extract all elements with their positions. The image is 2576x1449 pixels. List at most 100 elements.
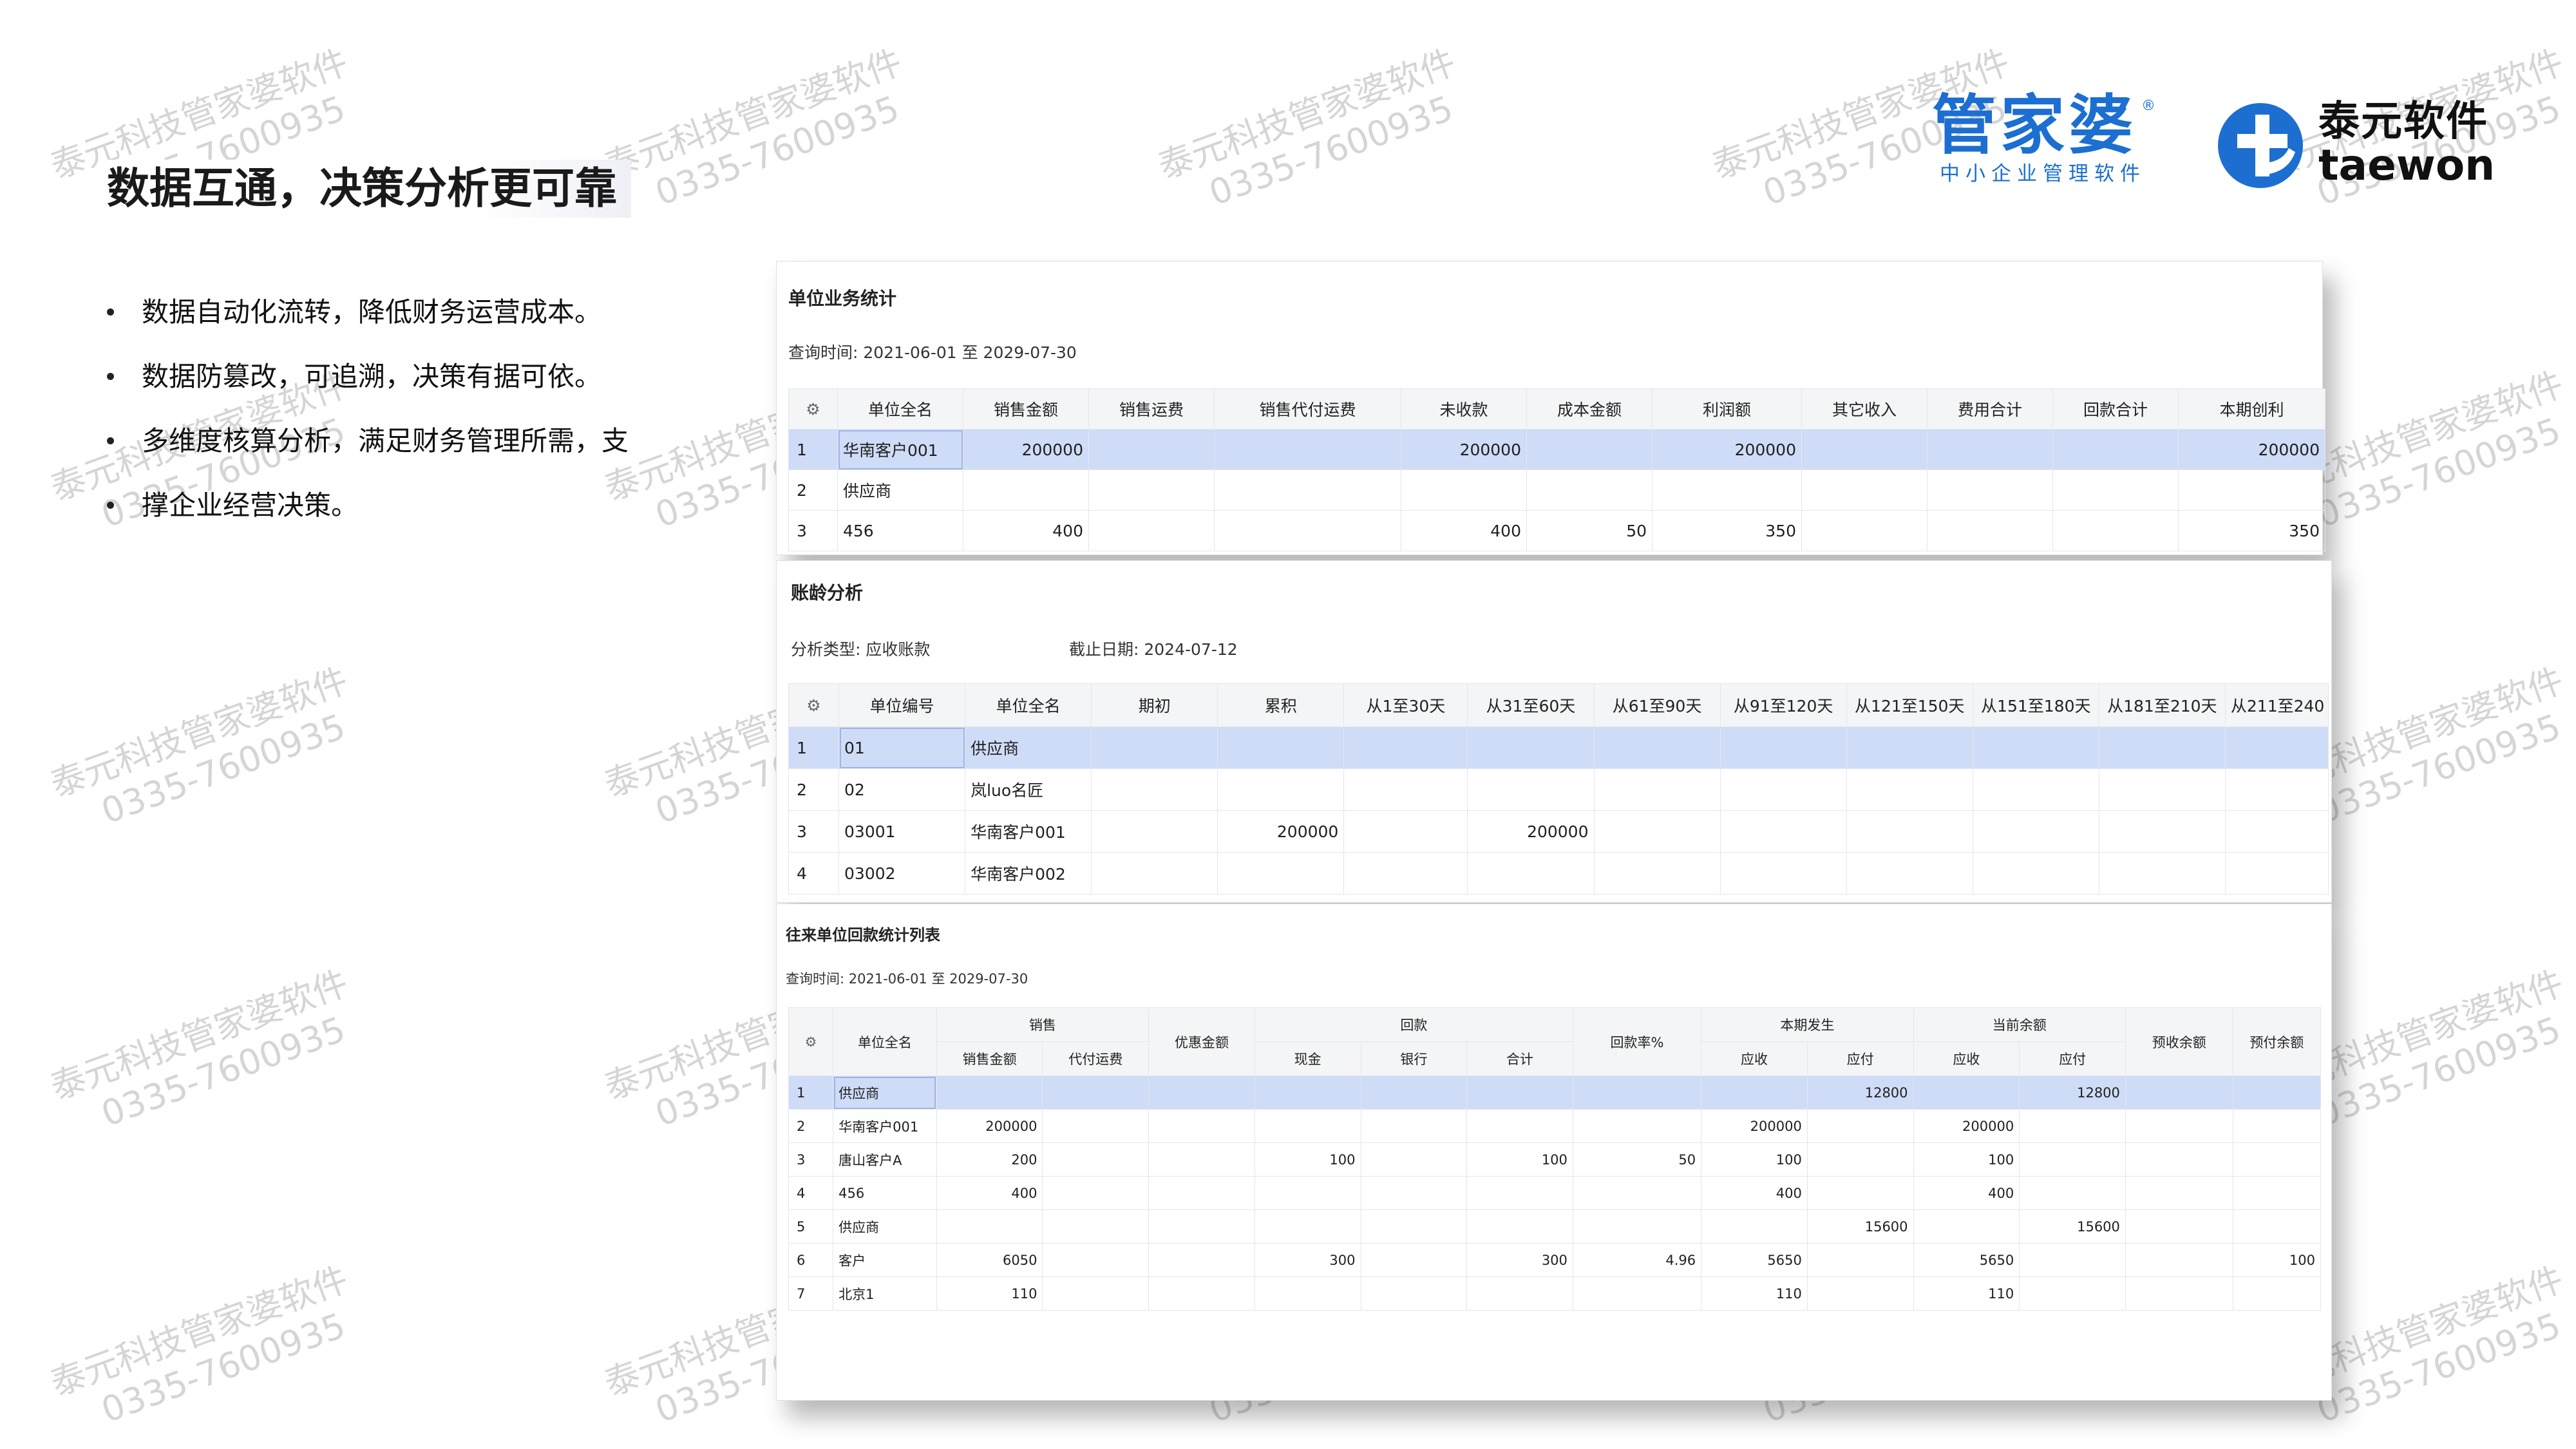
table-row[interactable]: 3 03001 华南客户001 200000 200000: [788, 810, 2329, 853]
col-header-prepay-received[interactable]: 预收余额: [2125, 1007, 2233, 1076]
table-cell[interactable]: 200000: [963, 429, 1089, 470]
table-cell[interactable]: [1254, 1109, 1361, 1143]
table-cell[interactable]: [1148, 1142, 1255, 1177]
table-cell[interactable]: [1972, 810, 2099, 853]
table-cell[interactable]: 200000: [1401, 429, 1527, 470]
table-cell[interactable]: [2125, 1109, 2233, 1143]
table-cell[interactable]: [2052, 429, 2179, 470]
table-cell[interactable]: 50: [1526, 510, 1653, 551]
table-cell[interactable]: [1466, 1276, 1573, 1311]
table-cell[interactable]: 110: [1701, 1276, 1808, 1311]
table-cell[interactable]: [1972, 768, 2099, 811]
table-cell[interactable]: [1806, 1243, 1914, 1277]
table-cell[interactable]: [2232, 1109, 2322, 1143]
table-cell[interactable]: [1360, 1109, 1468, 1143]
table-cell[interactable]: [1343, 768, 1468, 811]
table-cell[interactable]: [1972, 852, 2099, 895]
table-cell[interactable]: [2232, 1142, 2322, 1177]
table-cell[interactable]: 200000: [1467, 810, 1595, 853]
table-cell[interactable]: [1401, 469, 1527, 511]
table-settings-gear-icon[interactable]: ⚙: [788, 388, 838, 430]
column-header[interactable]: 单位全名: [837, 388, 963, 430]
table-row[interactable]: 4 03002 华南客户002: [788, 852, 2329, 895]
table-cell[interactable]: 200: [936, 1142, 1043, 1177]
table-cell[interactable]: [1042, 1142, 1150, 1177]
row-index[interactable]: 4: [788, 1176, 834, 1210]
table-cell[interactable]: [1572, 1109, 1702, 1143]
table-cell[interactable]: [1148, 1276, 1255, 1311]
table-row[interactable]: 2 华南客户001 200000 200000 200000: [788, 1109, 2322, 1143]
table-cell[interactable]: 北京1: [833, 1276, 937, 1311]
column-header[interactable]: 累积: [1217, 683, 1345, 727]
table-row[interactable]: 3 456 400 400 50 350 350: [788, 510, 2325, 551]
table-cell[interactable]: [2019, 1276, 2126, 1311]
table-cell[interactable]: [1360, 1142, 1468, 1177]
column-header[interactable]: 从61至90天: [1593, 683, 1721, 727]
table-cell[interactable]: [1846, 810, 1973, 853]
table-cell[interactable]: 400: [1401, 510, 1527, 551]
table-cell[interactable]: 350: [2178, 510, 2325, 551]
table-row[interactable]: 4 456 400 400 400: [788, 1176, 2322, 1210]
table-cell[interactable]: 200000: [1701, 1109, 1808, 1143]
table-cell[interactable]: [1360, 1176, 1468, 1210]
table-cell[interactable]: [1593, 810, 1721, 853]
table-cell[interactable]: [2125, 1276, 2233, 1311]
col-header-cash[interactable]: 现金: [1254, 1041, 1361, 1076]
column-header[interactable]: 单位全名: [965, 683, 1092, 727]
table-cell[interactable]: 100: [1466, 1142, 1573, 1177]
column-header[interactable]: 本期创利: [2178, 388, 2325, 430]
table-cell[interactable]: [1593, 726, 1721, 769]
table-cell[interactable]: [1572, 1209, 1702, 1244]
column-header[interactable]: 从91至120天: [1719, 683, 1847, 727]
table-cell[interactable]: [1343, 726, 1468, 769]
table-cell[interactable]: 华南客户002: [965, 852, 1092, 895]
table-cell[interactable]: 华南客户001: [965, 810, 1092, 853]
table-cell[interactable]: [2125, 1209, 2233, 1244]
table-cell[interactable]: [1254, 1276, 1361, 1311]
table-cell[interactable]: 4.96: [1572, 1243, 1702, 1277]
table-cell[interactable]: [2125, 1243, 2233, 1277]
table-cell[interactable]: [1806, 1142, 1914, 1177]
table-cell[interactable]: [1091, 852, 1218, 895]
table-cell[interactable]: [2019, 1176, 2126, 1210]
table-cell[interactable]: 01: [838, 726, 966, 769]
row-index[interactable]: 1: [788, 429, 838, 470]
table-cell[interactable]: [1088, 510, 1215, 551]
table-cell[interactable]: [2232, 1276, 2322, 1311]
column-header[interactable]: 未收款: [1401, 388, 1527, 430]
column-header[interactable]: 单位编号: [838, 683, 966, 727]
table-cell[interactable]: [2019, 1243, 2126, 1277]
table-cell[interactable]: [1360, 1075, 1468, 1110]
col-header-bank[interactable]: 银行: [1360, 1041, 1468, 1076]
table-cell[interactable]: [1148, 1243, 1255, 1277]
table-cell[interactable]: [963, 469, 1089, 511]
table-row[interactable]: 6 客户 6050 300 300 4.96 5650 5650 100: [788, 1243, 2322, 1277]
table-cell[interactable]: [1801, 469, 1927, 511]
table-cell[interactable]: 200000: [1217, 810, 1345, 853]
column-header[interactable]: 从121至150天: [1846, 683, 1973, 727]
table-cell[interactable]: [1572, 1075, 1702, 1110]
table-cell[interactable]: [1801, 510, 1927, 551]
table-cell[interactable]: [1466, 1176, 1573, 1210]
table-cell[interactable]: [1701, 1075, 1808, 1110]
table-cell[interactable]: [936, 1209, 1043, 1244]
column-header[interactable]: 从31至60天: [1467, 683, 1595, 727]
column-header[interactable]: 从211至240: [2224, 683, 2329, 727]
table-cell[interactable]: [1652, 469, 1802, 511]
table-cell[interactable]: [1466, 1209, 1573, 1244]
table-cell[interactable]: [1042, 1243, 1150, 1277]
table-cell[interactable]: 456: [833, 1176, 937, 1210]
table-cell[interactable]: [1806, 1276, 1914, 1311]
column-header[interactable]: 回款合计: [2052, 388, 2179, 430]
table-cell[interactable]: [1088, 429, 1215, 470]
table-cell[interactable]: [2098, 768, 2226, 811]
table-row[interactable]: 1 华南客户001 200000 200000 200000 200000: [788, 429, 2325, 470]
table-cell[interactable]: 12800: [2019, 1075, 2126, 1110]
table-cell[interactable]: [1148, 1109, 1255, 1143]
col-header-freight[interactable]: 代付运费: [1042, 1041, 1150, 1076]
col-header-period-receivable[interactable]: 应收: [1701, 1041, 1808, 1076]
table-cell[interactable]: 400: [1701, 1176, 1808, 1210]
table-cell[interactable]: 15600: [2019, 1209, 2126, 1244]
table-row[interactable]: 1 01 供应商: [788, 726, 2329, 769]
table-cell[interactable]: [1846, 768, 1973, 811]
